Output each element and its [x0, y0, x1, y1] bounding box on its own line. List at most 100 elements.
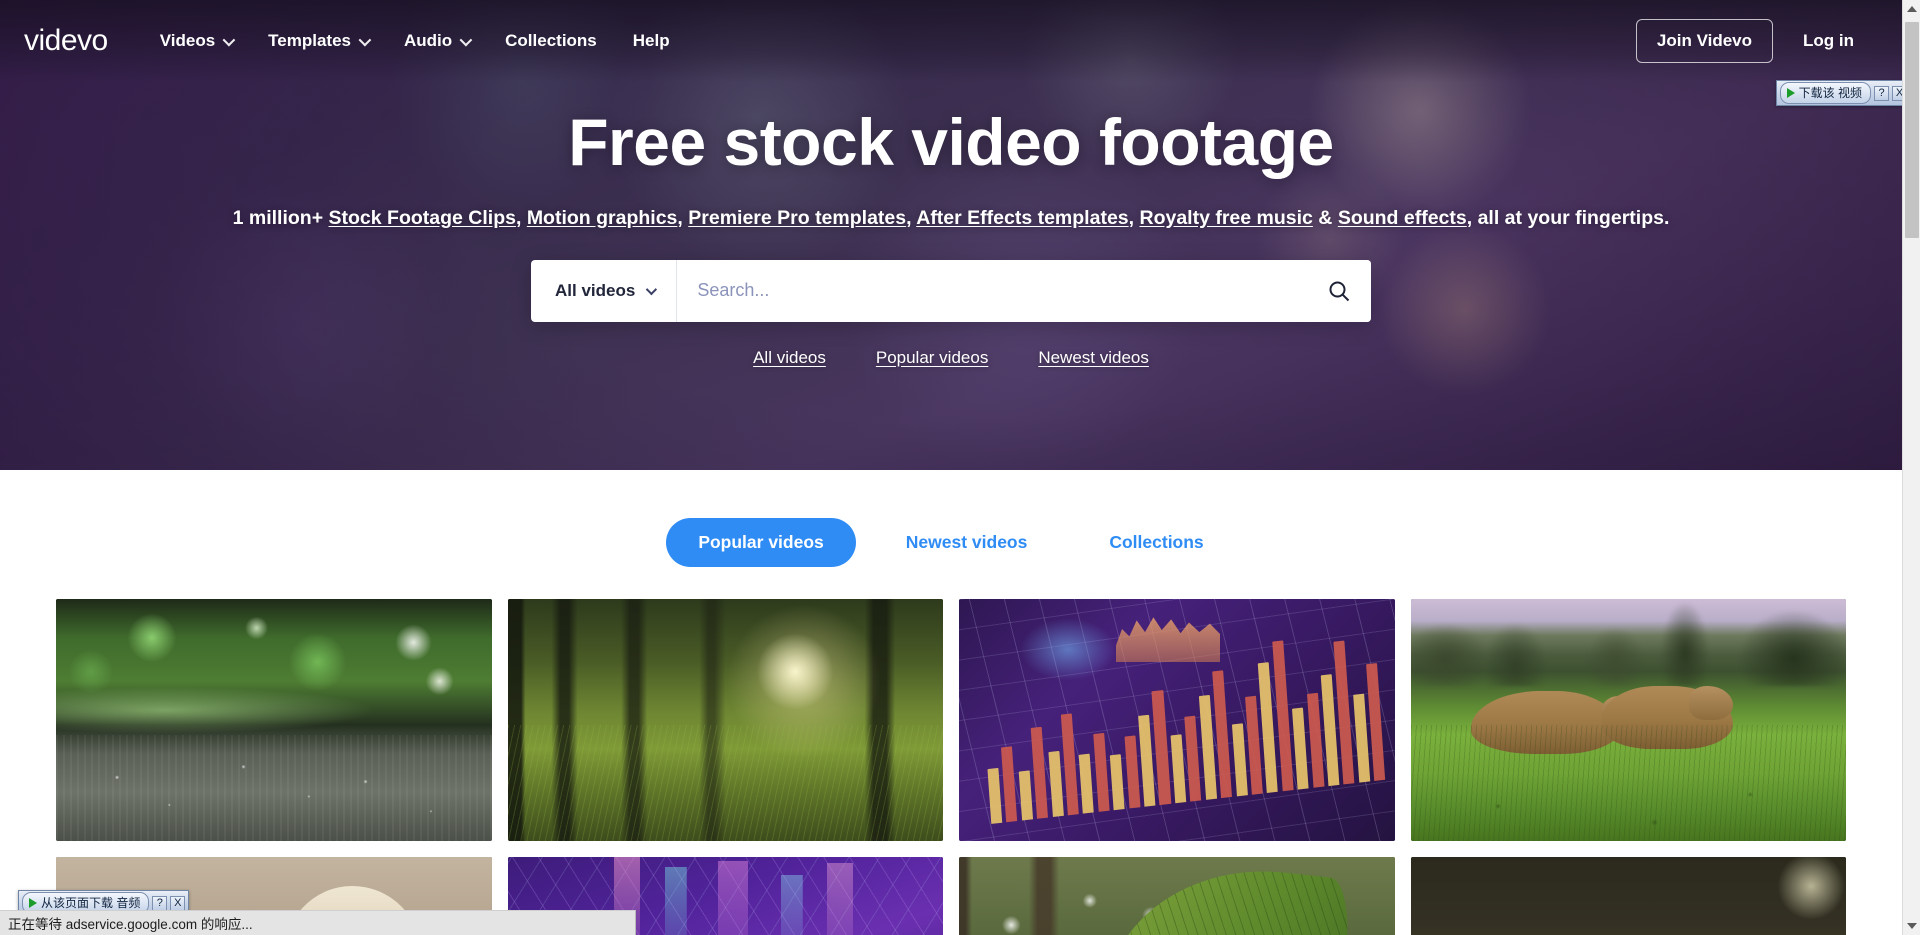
video-card-financial-data-bar-chart[interactable]	[959, 599, 1395, 842]
video-card-blonde-woman-in-field[interactable]	[1410, 857, 1846, 935]
log-in-link[interactable]: Log in	[1785, 20, 1872, 62]
video-card-green-leaf-closeup[interactable]	[959, 857, 1395, 935]
leaf-shape	[1095, 857, 1354, 935]
lion-head-front	[1689, 686, 1733, 721]
chart-bar	[1138, 714, 1156, 808]
nav-item-videos[interactable]: Videos	[159, 31, 236, 51]
nav-item-label: Help	[632, 31, 670, 50]
sep: ,	[1128, 206, 1140, 229]
chart-bar	[1353, 694, 1371, 784]
grass-texture	[1410, 725, 1846, 842]
chart-bar	[1060, 713, 1080, 816]
download-video-label: 下载该 视频	[1798, 86, 1862, 100]
nav-item-label: Collections	[505, 31, 597, 50]
play-icon	[1786, 87, 1795, 98]
search-icon	[1329, 281, 1350, 301]
chart-bar	[1184, 716, 1202, 803]
chart-bar	[1245, 696, 1263, 796]
chevron-down-icon	[459, 33, 473, 46]
chart-bar	[1031, 726, 1049, 820]
help-button[interactable]: ?	[1874, 85, 1889, 101]
video-card-sunlight-through-forest[interactable]	[507, 599, 943, 842]
nav-item-templates[interactable]: Templates	[268, 31, 372, 51]
chart-bar	[1124, 736, 1141, 810]
link-stock-footage-clips[interactable]: Stock Footage Clips	[329, 207, 516, 229]
chart-bar	[1079, 754, 1095, 815]
scroll-up-button[interactable]	[1903, 0, 1920, 18]
video-thumbnail-image	[507, 599, 943, 842]
chart-bar	[1306, 692, 1325, 789]
video-card-two-lionesses-walking[interactable]	[1410, 599, 1846, 842]
link-after-effects-templates[interactable]: After Effects templates	[916, 207, 1128, 229]
search-category-label: All videos	[555, 280, 636, 300]
link-sound-effects[interactable]: Sound effects	[1338, 207, 1467, 229]
chart-bar	[1001, 746, 1018, 823]
video-thumbnail-image	[56, 599, 492, 842]
nav-item-audio[interactable]: Audio	[403, 31, 473, 51]
nav-account-actions: Join Videvo Log in	[1635, 19, 1872, 63]
hero-quick-link-all-videos[interactable]: All videos	[753, 348, 826, 368]
hero-section: videvo Videos Templates Audio Collection…	[0, 0, 1902, 470]
page-content: videvo Videos Templates Audio Collection…	[0, 0, 1902, 935]
videvo-logo[interactable]: videvo	[24, 26, 108, 56]
link-royalty-free-music[interactable]: Royalty free music	[1139, 207, 1312, 229]
nav-item-help[interactable]: Help	[633, 31, 670, 51]
nav-item-label: Audio	[403, 31, 453, 50]
browser-status-bar: 正在等待 adservice.google.com 的响应...	[0, 910, 636, 935]
download-video-button[interactable]: 下载该 视频	[1779, 82, 1871, 104]
chart-bar	[1048, 751, 1064, 818]
chart-bar	[1231, 724, 1248, 798]
amp: &	[1312, 206, 1338, 229]
hero-subtitle: 1 million+ Stock Footage Clips, Motion g…	[0, 207, 1902, 230]
chart-bar	[1093, 733, 1110, 813]
video-card-rain-falling-on-ground[interactable]	[56, 599, 492, 842]
content-tabs: Popular videos Newest videos Collections	[0, 518, 1902, 567]
scroll-up-arrow-icon	[1907, 6, 1917, 12]
video-thumbnail-image	[1410, 857, 1846, 935]
background-trees	[1410, 599, 1846, 687]
page-scrollbar[interactable]	[1902, 0, 1920, 935]
sep: ,	[515, 206, 527, 229]
chevron-down-icon	[646, 283, 658, 295]
search-category-dropdown[interactable]: All videos	[531, 259, 678, 322]
tab-collections[interactable]: Collections	[1077, 518, 1235, 567]
browser-viewport: videvo Videos Templates Audio Collection…	[0, 0, 1920, 935]
link-premiere-pro-templates[interactable]: Premiere Pro templates	[688, 207, 906, 229]
nav-item-collections[interactable]: Collections	[505, 31, 597, 51]
join-videvo-button[interactable]: Join Videvo	[1635, 19, 1774, 63]
nav-links: Videos Templates Audio Collections Help	[160, 31, 670, 51]
page-title: Free stock video footage	[568, 105, 1334, 179]
main-navigation-bar: videvo Videos Templates Audio Collection…	[0, 0, 1902, 82]
scrollbar-thumb[interactable]	[1905, 22, 1919, 238]
chevron-down-icon	[358, 33, 372, 46]
hero-subtitle-prefix: 1 million+	[232, 206, 329, 229]
video-thumbnail-image	[959, 599, 1395, 842]
video-thumbnail-image	[959, 857, 1395, 935]
video-thumbnail-image	[1410, 599, 1846, 842]
sep: ,	[906, 206, 917, 229]
leaf-veins	[1095, 857, 1354, 935]
hero-quick-link-popular-videos[interactable]: Popular videos	[876, 348, 988, 368]
chart-bar	[1292, 707, 1309, 791]
link-motion-graphics[interactable]: Motion graphics	[527, 207, 678, 229]
video-thumbnail-grid	[56, 599, 1846, 935]
video-download-extension-popup: 下载该 视频 ? X	[1775, 80, 1911, 106]
chart-bar	[987, 767, 1003, 825]
hero-quick-links: All videos Popular videos Newest videos	[0, 348, 1902, 368]
scroll-down-arrow-icon	[1907, 923, 1917, 929]
scroll-down-button[interactable]	[1903, 917, 1920, 935]
nav-item-label: Videos	[159, 31, 216, 50]
chart-bar	[1170, 734, 1187, 804]
tab-newest-videos[interactable]: Newest videos	[874, 518, 1060, 567]
chart-bar	[1110, 754, 1126, 811]
close-icon[interactable]: X	[170, 895, 186, 911]
download-audio-label: 从该页面下载 音频	[41, 896, 141, 910]
hero-quick-link-newest-videos[interactable]: Newest videos	[1038, 348, 1149, 368]
nav-item-label: Templates	[268, 31, 351, 50]
search-input[interactable]	[677, 259, 1307, 322]
help-button[interactable]: ?	[152, 895, 168, 911]
chevron-down-icon	[222, 33, 236, 46]
play-icon	[29, 897, 37, 908]
tab-popular-videos[interactable]: Popular videos	[666, 518, 856, 567]
search-submit-button[interactable]	[1307, 259, 1371, 322]
